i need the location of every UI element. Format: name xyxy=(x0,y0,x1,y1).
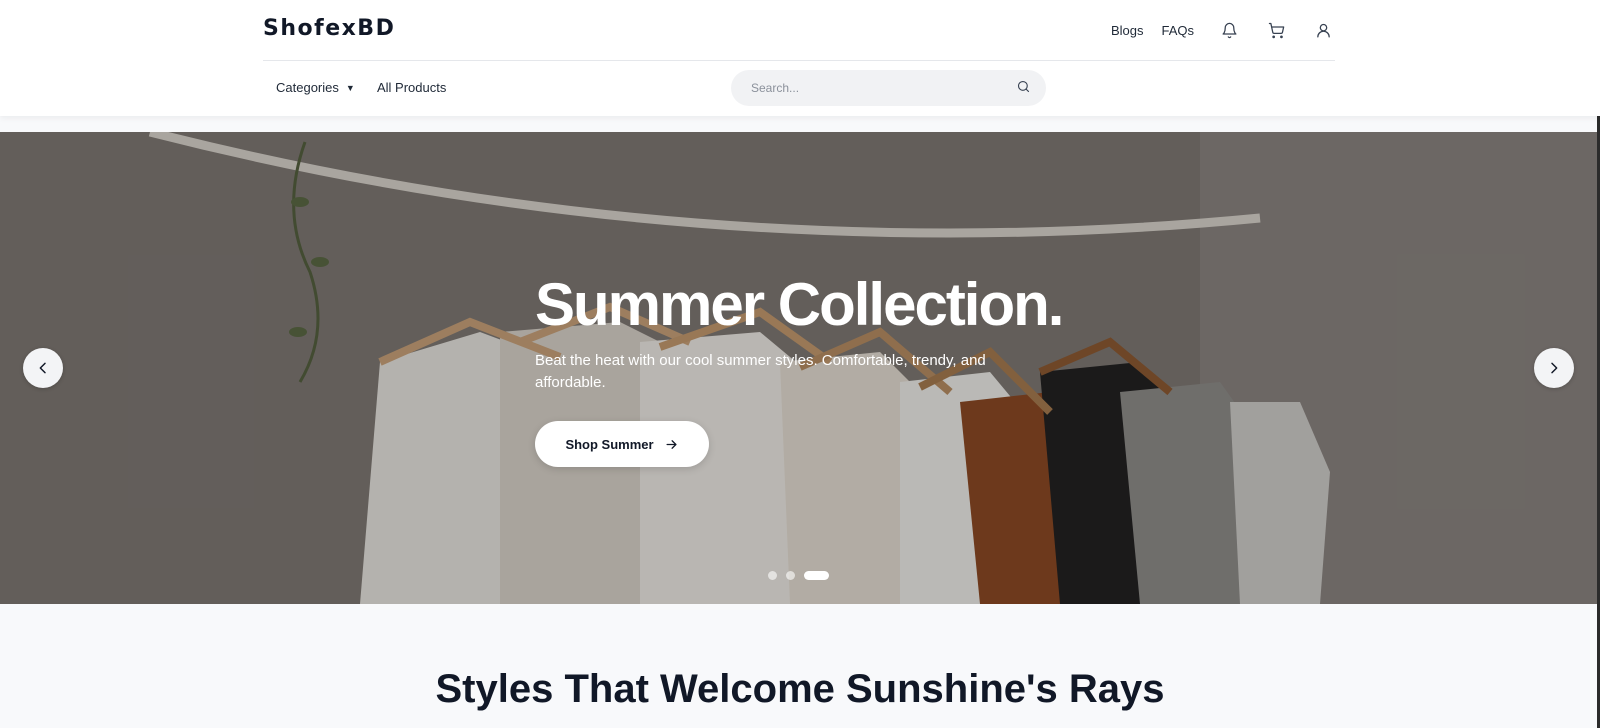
header-sub-row: Categories ▼ All Products xyxy=(263,61,1335,115)
all-products-link[interactable]: All Products xyxy=(377,80,446,95)
logo[interactable]: ShofexBD xyxy=(263,16,395,41)
carousel-prev-button[interactable] xyxy=(23,348,63,388)
shop-summer-button[interactable]: Shop Summer xyxy=(535,421,709,467)
hero-title: Summer Collection. xyxy=(535,271,1064,338)
top-nav: Blogs FAQs xyxy=(1111,18,1335,42)
categories-dropdown[interactable]: Categories ▼ xyxy=(276,80,355,95)
user-icon[interactable] xyxy=(1311,18,1335,42)
search-input[interactable] xyxy=(731,70,1001,106)
hero-subtitle: Beat the heat with our cool summer style… xyxy=(535,352,986,391)
shop-summer-label: Shop Summer xyxy=(565,436,654,452)
chevron-right-icon xyxy=(1551,362,1558,374)
faqs-link[interactable]: FAQs xyxy=(1161,23,1194,38)
chevron-left-icon xyxy=(39,362,46,374)
carousel-dot-1[interactable] xyxy=(768,571,777,580)
categories-label: Categories xyxy=(276,80,339,95)
search-icon[interactable] xyxy=(1016,79,1034,97)
header-top-row: ShofexBD Blogs FAQs xyxy=(263,0,1335,61)
section-title: Styles That Welcome Sunshine's Rays xyxy=(435,667,1165,711)
carousel-dot-2[interactable] xyxy=(786,571,795,580)
search-bar xyxy=(731,70,1046,106)
carousel-dots xyxy=(768,571,829,580)
cart-icon[interactable] xyxy=(1264,18,1288,42)
carousel-next-button[interactable] xyxy=(1534,348,1574,388)
arrow-right-icon xyxy=(666,439,677,449)
bell-icon[interactable] xyxy=(1217,18,1241,42)
caret-down-icon: ▼ xyxy=(345,82,355,93)
hero-carousel: Summer Collection. Beat the heat with ou… xyxy=(0,132,1600,604)
carousel-dot-3-active[interactable] xyxy=(804,571,829,580)
blogs-link[interactable]: Blogs xyxy=(1111,23,1144,38)
site-header: ShofexBD Blogs FAQs Categories ▼ All Pro… xyxy=(0,0,1600,116)
